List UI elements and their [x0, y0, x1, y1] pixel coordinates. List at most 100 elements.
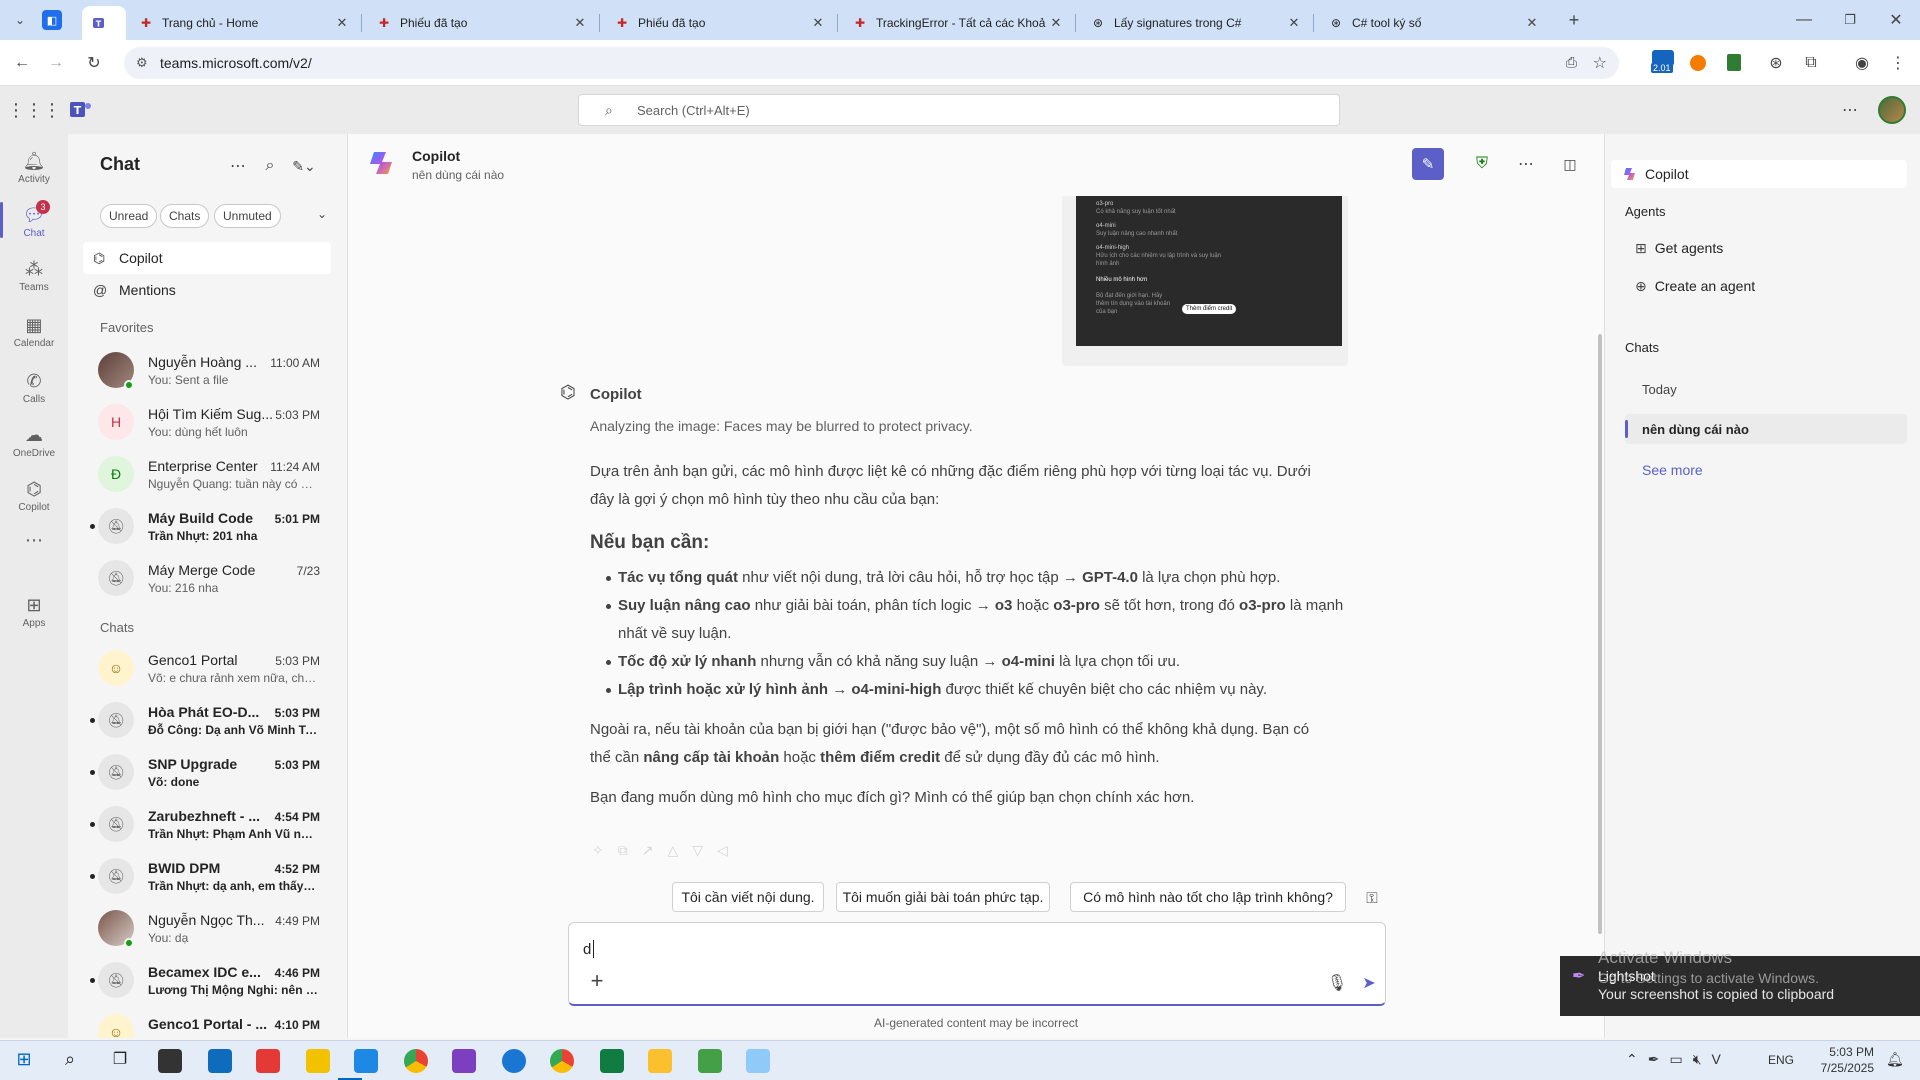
- notion-app-icon[interactable]: [158, 1049, 182, 1073]
- minimize-button[interactable]: —: [1790, 6, 1818, 34]
- conversation-item[interactable]: 🔕︎ Zarubezhneft - ... 4:54 PM Trần Nhựt:…: [68, 798, 348, 850]
- close-tab-icon[interactable]: ✕: [572, 15, 588, 31]
- conversation-item[interactable]: 🔕︎ Máy Merge Code 7/23 You: 216 nha: [68, 552, 348, 604]
- chrome-profile-icon[interactable]: [550, 1049, 574, 1073]
- conversation-item[interactable]: ☺ Genco1 Portal 5:03 PM Võ: e chưa rảnh …: [68, 642, 348, 694]
- close-window-button[interactable]: ✕: [1882, 6, 1910, 34]
- notepad-plus-icon[interactable]: [698, 1049, 722, 1073]
- composer-input[interactable]: d: [583, 941, 591, 958]
- forward-button[interactable]: →: [42, 49, 70, 77]
- rail-item-chat[interactable]: 💬︎ Chat 3: [0, 194, 68, 250]
- new-copilot-chat-button[interactable]: ✎: [1412, 148, 1444, 180]
- conversation-item[interactable]: 🔕︎ SNP Upgrade 5:03 PM Võ: done: [68, 746, 348, 798]
- clock[interactable]: 5:03 PM 7/25/2025: [1810, 1044, 1874, 1076]
- thumbs-down-icon[interactable]: ▽: [692, 842, 717, 858]
- outlook-app-icon[interactable]: [208, 1049, 232, 1073]
- conversation-item[interactable]: 🔕︎ Máy Build Code 5:01 PM Trần Nhựt: 201…: [68, 500, 348, 552]
- browser-tab[interactable]: ⊛ Lấy signatures trong C# ✕: [1080, 6, 1312, 40]
- conversation-item[interactable]: H Hội Tìm Kiếm Sug... 5:03 PM You: dùng …: [68, 396, 348, 448]
- back-button[interactable]: ←: [8, 49, 36, 77]
- nav-mentions[interactable]: @ Mentions: [83, 274, 331, 306]
- bookmark-star-icon[interactable]: ☆: [1593, 53, 1607, 73]
- prompt-gallery-button[interactable]: ⚿: [1358, 884, 1386, 912]
- anydesk-app-icon[interactable]: [256, 1049, 280, 1073]
- filter-unread[interactable]: Unread: [100, 204, 158, 228]
- browser-tab[interactable]: ✚ TrackingError - Tất cả các Khoả ✕: [842, 6, 1074, 40]
- toggle-side-pane-button[interactable]: ◫: [1556, 150, 1584, 178]
- thumbs-up-icon[interactable]: △: [667, 842, 692, 858]
- attached-screenshot-image[interactable]: o3-pro Có khả năng suy luận tốt nhất o4-…: [1076, 196, 1342, 346]
- filter-chats[interactable]: Chats: [160, 204, 210, 228]
- pinned-teams-tab[interactable]: T: [82, 6, 126, 40]
- chrome-app-icon[interactable]: [404, 1049, 428, 1073]
- extension-orange-icon[interactable]: [1690, 55, 1706, 71]
- system-tray[interactable]: ⌃✒▭🔇︎V: [1626, 1051, 1731, 1068]
- address-bar[interactable]: ⚙ teams.microsoft.com/v2/ ⎙ ☆: [124, 47, 1619, 79]
- suggestion-chip[interactable]: Tôi cần viết nội dung.: [672, 882, 824, 912]
- rail-item-apps[interactable]: ⊞ Apps: [0, 584, 68, 640]
- reload-button[interactable]: ↻: [80, 49, 108, 77]
- remote-desktop-icon[interactable]: [354, 1049, 378, 1073]
- zalo-app-icon[interactable]: [502, 1049, 526, 1073]
- rail-item-onedrive[interactable]: ☁ OneDrive: [0, 414, 68, 470]
- browser-menu-button[interactable]: ⋮: [1884, 49, 1912, 77]
- close-tab-icon[interactable]: ✕: [1048, 15, 1064, 31]
- rail-item-copilot[interactable]: ⌬ Copilot: [0, 468, 68, 524]
- see-more-link[interactable]: See more: [1642, 462, 1703, 478]
- share-icon[interactable]: ↗: [642, 842, 668, 858]
- browser-tab[interactable]: ✚ Phiếu đã tạo ✕: [366, 6, 598, 40]
- chat-more-button[interactable]: ⋯: [224, 152, 252, 180]
- search-input[interactable]: ⌕ Search (Ctrl+Alt+E): [578, 94, 1340, 126]
- attach-button[interactable]: +: [583, 967, 611, 995]
- task-view-button[interactable]: ❐: [108, 1049, 132, 1073]
- browser-tab[interactable]: ⊛ C# tool ký số ✕: [1318, 6, 1550, 40]
- close-tab-icon[interactable]: ✕: [810, 15, 826, 31]
- rail-more-button[interactable]: ⋯: [0, 526, 68, 554]
- pinned-tab-icon[interactable]: ◧: [42, 10, 62, 30]
- chat-search-button[interactable]: ⌕: [256, 152, 284, 180]
- create-agent-button[interactable]: ⊕ Create an agent: [1635, 278, 1755, 295]
- rail-item-calls[interactable]: ✆ Calls: [0, 360, 68, 416]
- browser-tab[interactable]: ✚ Trang chủ - Home ✕: [128, 6, 360, 40]
- visual-studio-icon[interactable]: [452, 1049, 476, 1073]
- sparkle-icon[interactable]: ✧: [592, 842, 618, 858]
- notepad-app-icon[interactable]: [746, 1049, 770, 1073]
- chat-history-item-active[interactable]: nên dùng cái nào: [1625, 414, 1907, 444]
- profile-button[interactable]: ◉: [1848, 49, 1876, 77]
- rail-item-calendar[interactable]: ▦ Calendar: [0, 304, 68, 360]
- user-avatar[interactable]: [1878, 96, 1906, 124]
- language-indicator[interactable]: ENG: [1768, 1053, 1794, 1067]
- conversation-item[interactable]: ☺ Genco1 Portal - ... 4:10 PM: [68, 1006, 348, 1038]
- scrollbar-thumb[interactable]: [1598, 334, 1602, 934]
- extensions-menu-button[interactable]: ⧉: [1797, 49, 1825, 77]
- close-tab-icon[interactable]: ✕: [1286, 15, 1302, 31]
- message-attachment[interactable]: o3-pro Có khả năng suy luận tốt nhất o4-…: [1062, 196, 1348, 366]
- suggestion-chip[interactable]: Có mô hình nào tốt cho lập trình không?: [1070, 882, 1346, 912]
- file-explorer-icon[interactable]: [306, 1049, 330, 1073]
- browser-tab[interactable]: ✚ Phiếu đã tạo ✕: [604, 6, 836, 40]
- protected-button[interactable]: ⛨: [1468, 150, 1496, 178]
- app-launcher-button[interactable]: ⋮⋮⋮: [7, 96, 61, 124]
- conversation-more-button[interactable]: ⋯: [1512, 150, 1540, 178]
- restore-button[interactable]: ❐: [1836, 6, 1864, 34]
- new-tab-button[interactable]: +: [1560, 6, 1588, 34]
- taskbar-search-button[interactable]: ⌕: [58, 1049, 82, 1073]
- conversation-item[interactable]: Nguyễn Ngọc Th... 4:49 PM You: dạ: [68, 902, 348, 954]
- speaker-icon[interactable]: ◁: [717, 842, 742, 858]
- send-button[interactable]: ➤: [1355, 969, 1383, 997]
- conversation-item[interactable]: Đ Enterprise Center 11:24 AM Nguyễn Quan…: [68, 448, 348, 500]
- tab-search-button[interactable]: ⌄: [6, 6, 34, 34]
- suggestion-chip[interactable]: Tôi muốn giải bài toán phức tạp.: [836, 882, 1050, 912]
- conversation-item[interactable]: 🔕︎ BWID DPM 4:52 PM Trần Nhựt: dạ anh, e…: [68, 850, 348, 902]
- copy-icon[interactable]: ⧉: [618, 842, 642, 858]
- filter-unmuted[interactable]: Unmuted: [214, 204, 281, 228]
- nav-copilot[interactable]: ⌬ Copilot: [83, 242, 331, 274]
- copilot-home-row[interactable]: Copilot: [1611, 160, 1907, 188]
- excel-app-icon[interactable]: [600, 1049, 624, 1073]
- extension-green-icon[interactable]: [1727, 54, 1741, 71]
- lock-app-icon[interactable]: [648, 1049, 672, 1073]
- extension-button[interactable]: ⊛: [1762, 49, 1790, 77]
- message-composer[interactable]: d + 🎙︎ ➤: [568, 922, 1386, 1006]
- conversation-item[interactable]: Nguyễn Hoàng ... 11:00 AM You: Sent a fi…: [68, 344, 348, 396]
- install-app-icon[interactable]: ⎙: [1566, 54, 1577, 71]
